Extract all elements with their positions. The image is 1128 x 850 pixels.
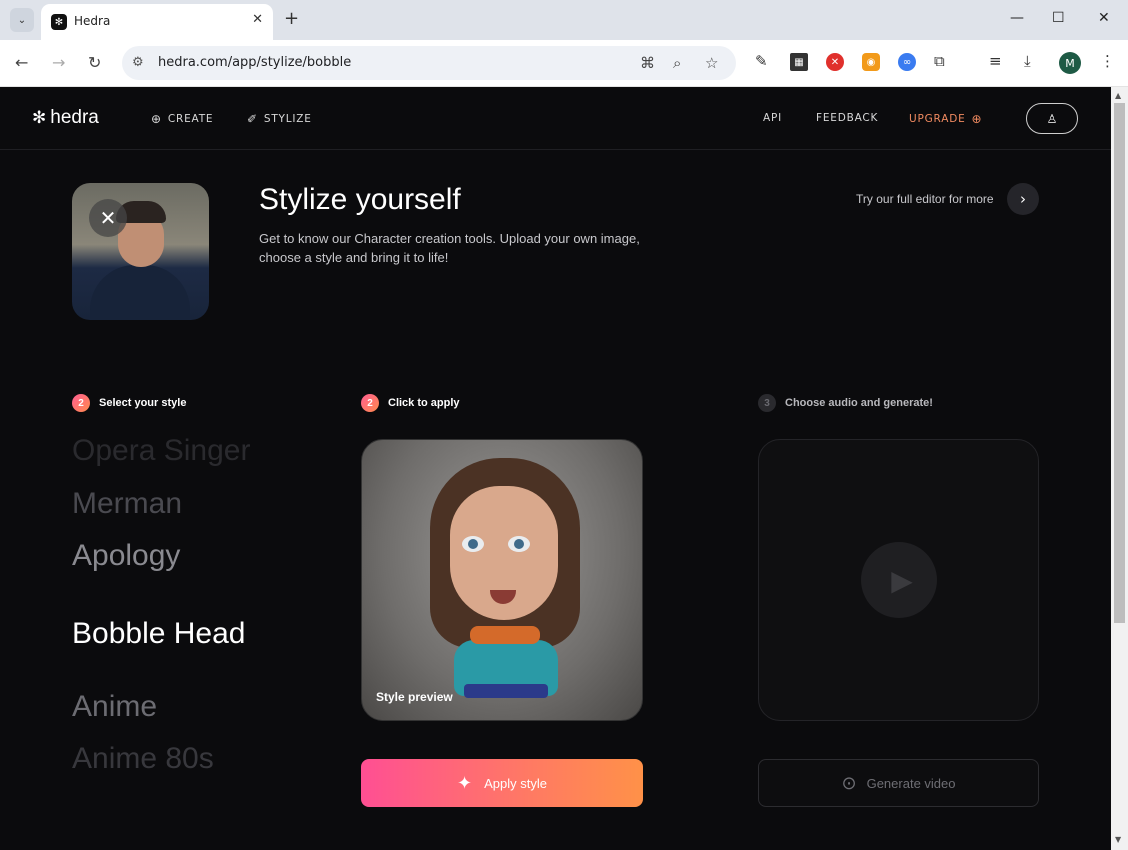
step-label: Select your style xyxy=(99,397,187,409)
preview-pants xyxy=(464,684,548,698)
hedra-logo[interactable]: ✻ hedra xyxy=(32,107,99,129)
step-click-apply: 2 Click to apply xyxy=(361,394,460,412)
nav-stylize[interactable]: ✐ STYLIZE xyxy=(247,112,312,126)
page-title: Stylize yourself xyxy=(259,183,461,216)
plus-circle-icon: ⊕ xyxy=(151,112,162,126)
window-close-icon[interactable]: ✕ xyxy=(1098,10,1110,26)
new-tab-icon[interactable]: + xyxy=(284,8,299,29)
address-bar[interactable]: ⚙ hedra.com/app/stylize/bobble ⌘ ⌕ ☆ xyxy=(122,46,736,80)
nav-create[interactable]: ⊕ CREATE xyxy=(151,112,213,126)
site-settings-icon[interactable]: ⚙ xyxy=(132,55,144,70)
step-number: 2 xyxy=(72,394,90,412)
tab-search-icon[interactable]: ⌄ xyxy=(10,8,34,32)
nav-upgrade[interactable]: UPGRADE ⊕ xyxy=(909,112,982,126)
top-nav: ✻ hedra ⊕ CREATE ✐ STYLIZE API FEEDBACK … xyxy=(0,87,1111,150)
bookmark-star-icon[interactable]: ☆ xyxy=(705,54,718,72)
zoom-icon[interactable]: ⌕ xyxy=(673,54,681,72)
nav-stylize-label: STYLIZE xyxy=(263,113,312,125)
browser-toolbar: ← → ↻ ⚙ hedra.com/app/stylize/bobble ⌘ ⌕… xyxy=(0,40,1128,87)
media-queue-icon[interactable]: ≡ xyxy=(989,52,1002,70)
qr-code-icon[interactable]: ▦ xyxy=(790,53,808,71)
full-editor-link[interactable]: Try our full editor for more xyxy=(856,192,994,206)
style-option[interactable]: Merman xyxy=(72,487,182,521)
preview-collar xyxy=(470,626,540,644)
photo-shirt xyxy=(90,265,190,320)
step-select-style: 2 Select your style xyxy=(72,394,186,412)
brush-icon: ✐ xyxy=(247,112,258,126)
step-number: 3 xyxy=(758,394,776,412)
tab-title: Hedra xyxy=(74,14,111,28)
style-preview-label: Style preview xyxy=(376,690,453,704)
style-option[interactable]: Anime xyxy=(72,690,157,724)
nav-feedback[interactable]: FEEDBACK xyxy=(816,112,878,124)
style-option[interactable]: Apology xyxy=(72,539,180,573)
logo-text: hedra xyxy=(50,107,99,128)
style-option-selected[interactable]: Bobble Head xyxy=(72,617,245,651)
plus-circle-icon: ⊕ xyxy=(971,112,983,126)
preview-eye xyxy=(462,536,484,552)
url-text[interactable]: hedra.com/app/stylize/bobble xyxy=(158,55,351,70)
step-number: 2 xyxy=(361,394,379,412)
sparkle-icon: ✦ xyxy=(457,772,473,793)
step-label: Click to apply xyxy=(388,397,460,409)
play-icon[interactable]: ▶ xyxy=(861,542,937,618)
uploaded-photo: ✕ xyxy=(72,183,209,320)
tab-close-icon[interactable]: ✕ xyxy=(252,12,263,27)
style-option[interactable]: Anime 80s xyxy=(72,742,214,776)
extension-tools-icon[interactable]: ✎ xyxy=(755,52,768,70)
profile-avatar[interactable]: M xyxy=(1059,52,1081,74)
hedra-page: ✻ hedra ⊕ CREATE ✐ STYLIZE API FEEDBACK … xyxy=(0,87,1111,850)
download-icon[interactable]: ⤓ xyxy=(1024,52,1031,70)
scroll-up-icon[interactable]: ▲ xyxy=(1115,91,1121,100)
maximize-icon[interactable]: ☐ xyxy=(1052,10,1065,26)
chevron-right-icon[interactable]: › xyxy=(1007,183,1039,215)
user-icon: ♙ xyxy=(1046,111,1058,126)
page-description: Get to know our Character creation tools… xyxy=(259,231,640,265)
video-output-panel: ▶ xyxy=(758,439,1039,721)
generate-video-label: Generate video xyxy=(866,775,956,791)
forward-icon[interactable]: → xyxy=(52,53,65,72)
minimize-icon[interactable]: — xyxy=(1010,10,1024,26)
hedra-logo-icon: ✻ xyxy=(32,108,47,128)
extension-link-icon[interactable]: ∞ xyxy=(898,53,916,71)
style-option[interactable]: Opera Singer xyxy=(72,434,250,468)
generate-play-icon: ⊙ xyxy=(841,772,857,793)
step-label: Choose audio and generate! xyxy=(785,397,933,409)
scrollbar-thumb[interactable] xyxy=(1114,103,1125,623)
generate-video-button[interactable]: ⊙ Generate video xyxy=(758,759,1039,807)
menu-kebab-icon[interactable]: ⋮ xyxy=(1100,52,1115,70)
nav-create-label: CREATE xyxy=(167,113,214,125)
hedra-favicon-icon: ✻ xyxy=(51,14,67,30)
extension-orange-icon[interactable]: ◉ xyxy=(862,53,880,71)
extensions-puzzle-icon[interactable]: ⧉ xyxy=(934,52,945,70)
apply-style-button[interactable]: ✦ Apply style xyxy=(361,759,643,807)
page-scrollbar[interactable]: ▲ ▼ xyxy=(1111,87,1128,850)
user-account-button[interactable]: ♙ xyxy=(1026,103,1078,134)
extension-red-icon[interactable]: ✕ xyxy=(826,53,844,71)
preview-eye xyxy=(508,536,530,552)
remove-photo-close-icon[interactable]: ✕ xyxy=(89,199,127,237)
browser-tab[interactable]: ✻ Hedra ✕ xyxy=(41,4,273,40)
nav-api[interactable]: API xyxy=(763,112,782,124)
nav-api-label: API xyxy=(763,112,783,124)
scroll-down-icon[interactable]: ▼ xyxy=(1115,835,1121,844)
reload-icon[interactable]: ↻ xyxy=(88,53,101,72)
nav-upgrade-label: UPGRADE xyxy=(909,113,966,125)
nav-feedback-label: FEEDBACK xyxy=(816,112,879,124)
back-icon[interactable]: ← xyxy=(15,53,28,72)
apply-style-label: Apply style xyxy=(484,775,547,791)
style-preview-card[interactable]: Style preview xyxy=(361,439,643,721)
translate-icon[interactable]: ⌘ xyxy=(640,54,655,72)
browser-tab-bar: ⌄ ✻ Hedra ✕ + — ☐ ✕ xyxy=(0,0,1128,40)
step-choose-audio: 3 Choose audio and generate! xyxy=(758,394,933,412)
